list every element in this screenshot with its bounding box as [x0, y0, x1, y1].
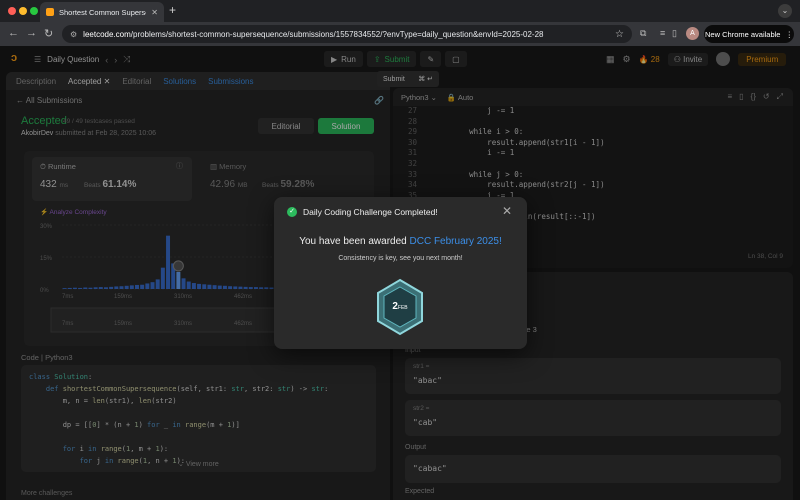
browser-tab-bar: Shortest Common Superseq... ✕ + ⌄	[0, 0, 800, 22]
new-chrome-label: New Chrome available	[705, 29, 781, 39]
leetcode-favicon-icon	[46, 8, 54, 16]
new-chrome-available-button[interactable]: New Chrome available ⋮	[704, 25, 794, 43]
tab-title: Shortest Common Superseq...	[59, 7, 146, 17]
award-badge-name[interactable]: DCC February 2025!	[410, 236, 502, 247]
badge-label: 2FEB	[375, 301, 425, 312]
sidepanel-icon[interactable]: ▯	[672, 28, 677, 39]
badge-month: FEB	[397, 305, 408, 311]
minimize-window-button[interactable]	[19, 7, 27, 15]
close-window-button[interactable]	[8, 7, 16, 15]
browser-toolbar: ← → ↻ ⚙ leetcode.com/problems/shortest-c…	[0, 22, 800, 46]
close-dialog-icon[interactable]: ✕	[502, 204, 512, 218]
award-message: You have been awarded DCC February 2025!	[274, 236, 527, 247]
site-info-icon[interactable]: ⚙	[70, 30, 77, 39]
check-circle-icon: ✓	[287, 207, 297, 217]
more-menu-icon: ⋮	[785, 29, 793, 39]
forward-arrow-icon[interactable]: →	[26, 27, 37, 39]
profile-avatar[interactable]: A	[686, 27, 699, 40]
url-text: leetcode.com/problems/shortest-common-su…	[83, 30, 609, 39]
browser-tab[interactable]: Shortest Common Superseq... ✕	[40, 2, 164, 22]
dialog-title: Daily Coding Challenge Completed!	[303, 207, 438, 217]
award-prefix: You have been awarded	[299, 236, 407, 247]
address-bar[interactable]: ⚙ leetcode.com/problems/shortest-common-…	[62, 25, 632, 43]
bookmark-star-icon[interactable]: ☆	[615, 29, 624, 40]
dialog-subtitle: Consistency is key, see you next month!	[338, 255, 463, 262]
media-controls-icon[interactable]: ≡	[660, 28, 665, 38]
reload-icon[interactable]: ↻	[44, 27, 53, 40]
back-arrow-icon[interactable]: ←	[8, 27, 19, 39]
tab-search-icon[interactable]: ⌄	[778, 4, 792, 18]
url-domain: leetcode.com	[83, 29, 131, 39]
close-tab-icon[interactable]: ✕	[151, 8, 158, 17]
extensions-icon[interactable]: ⧉	[640, 28, 646, 39]
maximize-window-button[interactable]	[30, 7, 38, 15]
new-tab-icon[interactable]: +	[169, 4, 176, 16]
challenge-completed-dialog: ✓ Daily Coding Challenge Completed! ✕ Yo…	[274, 197, 527, 349]
url-path: /problems/shortest-common-supersequence/…	[130, 29, 544, 39]
